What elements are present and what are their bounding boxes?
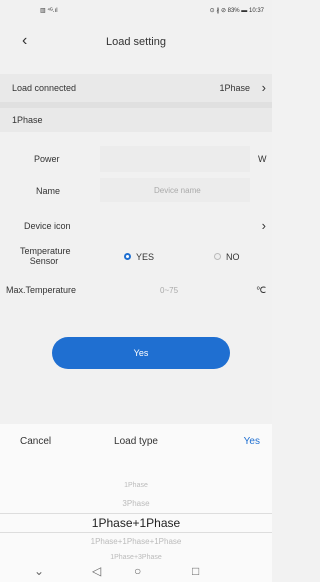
name-placeholder: Device name [154,186,201,195]
yes-button[interactable]: Yes [52,337,230,369]
max-temperature-input[interactable]: 0~75 [160,286,178,295]
power-unit: W [258,154,267,164]
status-bar-right: ⊙ ∦ ⊘ 83% ▬ 10:37 [209,8,264,14]
chevron-down-icon[interactable]: ⌄ [34,564,44,578]
section-row: 1Phase [0,108,272,132]
home-icon[interactable]: ○ [134,564,141,578]
load-setting-screen: ▥ ⁴ᴳ.ıl ⊙ ∦ ⊘ 83% ▬ 10:37 ‹ Load setting… [0,0,272,424]
picker-header: Cancel Load type Yes [0,424,272,458]
load-connected-label: Load connected [12,83,77,93]
status-bar-left: ▥ ⁴ᴳ.ıl [40,8,58,14]
temperature-sensor-yes-label: YES [136,252,155,262]
picker-item[interactable]: 1Phase+3Phase [0,554,272,561]
power-label: Power [34,154,60,164]
status-bar: ▥ ⁴ᴳ.ıl ⊙ ∦ ⊘ 83% ▬ 10:37 [0,0,272,22]
chevron-right-icon: › [261,80,266,95]
load-connected-value: 1Phase [219,83,250,93]
picker-item[interactable]: 3Phase [0,499,272,508]
chevron-right-icon: › [261,218,266,233]
title-bar: ‹ Load setting [0,24,272,64]
load-type-picker-sheet: Cancel Load type Yes 1Phase 3Phase 1Phas… [0,424,272,582]
picker-title: Load type [114,436,158,447]
device-icon-label: Device icon [24,221,71,231]
confirm-button[interactable]: Yes [244,436,260,447]
picker-item[interactable]: 1Phase+1Phase+1Phase [0,537,272,546]
name-input[interactable]: Device name [100,178,250,202]
name-label: Name [36,186,61,196]
temperature-sensor-no-radio[interactable] [214,253,221,260]
device-icon-row[interactable]: Device icon › [0,214,272,238]
system-nav-bar: ⌄ ◁ ○ □ [0,564,272,582]
power-input[interactable] [100,146,250,172]
picker-item-selected[interactable]: 1Phase+1Phase [0,516,272,530]
back-icon[interactable]: ◁ [92,564,101,578]
max-temperature-unit: ℃ [256,285,267,295]
temperature-sensor-no-label: NO [226,252,240,262]
temperature-sensor-yes-radio[interactable] [124,253,131,260]
picker-selection-line [0,532,272,533]
page-title: Load setting [106,36,166,48]
temperature-sensor-label: Temperature Sensor [20,246,71,266]
picker-item[interactable]: 1Phase [0,482,272,489]
max-temperature-label: Max.Temperature [6,285,77,295]
load-connected-row[interactable]: Load connected 1Phase › [0,74,272,102]
recent-apps-icon[interactable]: □ [192,564,199,578]
section-label: 1Phase [12,115,43,125]
picker-selection-line [0,513,272,514]
